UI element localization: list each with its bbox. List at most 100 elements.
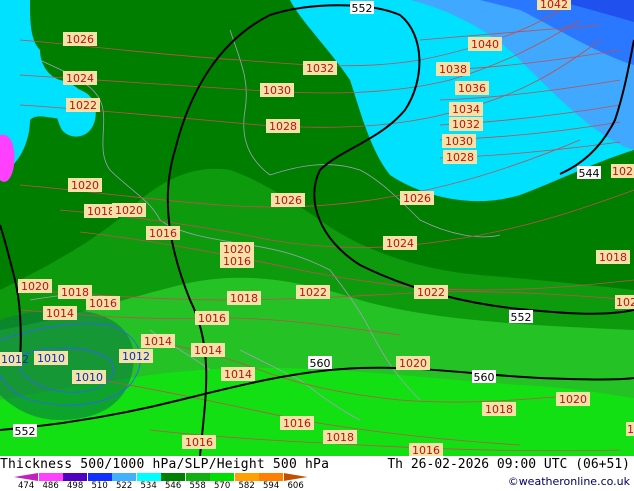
map-footer: Thickness 500/1000 hPa/SLP/Height 500 hP… bbox=[0, 456, 634, 491]
svg-text:1018: 1018 bbox=[485, 403, 513, 416]
legend-swatch bbox=[136, 473, 161, 481]
svg-text:1022: 1022 bbox=[299, 286, 327, 299]
svg-text:544: 544 bbox=[579, 167, 600, 180]
svg-text:1018: 1018 bbox=[87, 205, 115, 218]
svg-text:1042: 1042 bbox=[540, 0, 568, 11]
pressure-label: 1032 bbox=[303, 61, 337, 75]
pressure-label: 1020 bbox=[18, 279, 52, 293]
svg-text:560: 560 bbox=[474, 371, 495, 384]
weather-map: 1026 1024 1022 1020 1018 1020 1016 1020 … bbox=[0, 0, 634, 456]
pressure-label: 1018 bbox=[323, 430, 357, 444]
pressure-label: 1016 bbox=[220, 254, 254, 268]
pressure-label: 1016 bbox=[86, 296, 120, 310]
pressure-label: 1038 bbox=[436, 62, 470, 76]
svg-text:1032: 1032 bbox=[452, 118, 480, 131]
legend-swatch bbox=[112, 473, 136, 481]
pressure-label: 1042 bbox=[537, 0, 571, 11]
svg-text:1016: 1016 bbox=[283, 417, 311, 430]
svg-text:1030: 1030 bbox=[445, 135, 473, 148]
legend-swatch bbox=[259, 473, 283, 481]
svg-text:1012: 1012 bbox=[1, 353, 29, 366]
legend-swatch bbox=[38, 473, 63, 481]
svg-text:1026: 1026 bbox=[403, 192, 431, 205]
pressure-label: 1012 bbox=[0, 352, 29, 366]
pressure-label: 1040 bbox=[468, 37, 502, 51]
pressure-label: 1024 bbox=[383, 236, 417, 250]
height-label: 560 bbox=[472, 370, 496, 384]
height-label: 552 bbox=[13, 424, 37, 438]
height-label: 552 bbox=[350, 1, 374, 15]
pressure-label: 1016 bbox=[182, 435, 216, 449]
color-legend: 474 486 498 510 522 534 546 558 570 582 594 606 bbox=[14, 473, 314, 491]
pressure-label: 102 bbox=[626, 422, 634, 436]
legend-swatch bbox=[210, 473, 234, 481]
svg-text:1016: 1016 bbox=[198, 312, 226, 325]
svg-text:1034: 1034 bbox=[452, 103, 480, 116]
svg-text:102: 102 bbox=[627, 423, 634, 436]
credit-text: ©weatheronline.co.uk bbox=[507, 475, 630, 488]
pressure-label: 1012 bbox=[119, 349, 153, 363]
svg-text:1014: 1014 bbox=[46, 307, 74, 320]
pressure-label: 1016 bbox=[280, 416, 314, 430]
pressure-label: 1024 bbox=[63, 71, 97, 85]
svg-text:1022: 1022 bbox=[417, 286, 445, 299]
svg-text:1014: 1014 bbox=[194, 344, 222, 357]
legend-swatch bbox=[283, 473, 308, 481]
legend-swatch bbox=[14, 473, 38, 481]
svg-text:1016: 1016 bbox=[412, 444, 440, 456]
svg-text:1012: 1012 bbox=[122, 350, 150, 363]
svg-text:1018: 1018 bbox=[230, 292, 258, 305]
pressure-label: 1022 bbox=[296, 285, 330, 299]
svg-text:1020: 1020 bbox=[21, 280, 49, 293]
pressure-label: 1018 bbox=[482, 402, 516, 416]
legend-swatch bbox=[63, 473, 87, 481]
svg-text:1020: 1020 bbox=[559, 393, 587, 406]
height-label: 544 bbox=[577, 166, 601, 180]
pressure-label: 1030 bbox=[260, 83, 294, 97]
pressure-label: 1030 bbox=[442, 134, 476, 148]
pressure-label: 1016 bbox=[409, 443, 443, 456]
svg-text:1016: 1016 bbox=[223, 255, 251, 268]
svg-text:1024: 1024 bbox=[66, 72, 94, 85]
pressure-label: 1032 bbox=[449, 117, 483, 131]
svg-text:1020: 1020 bbox=[399, 357, 427, 370]
svg-text:1036: 1036 bbox=[458, 82, 486, 95]
svg-text:1020: 1020 bbox=[115, 204, 143, 217]
pressure-label: 1026 bbox=[271, 193, 305, 207]
svg-text:1010: 1010 bbox=[75, 371, 103, 384]
map-title: Thickness 500/1000 hPa/SLP/Height 500 hP… bbox=[0, 457, 330, 472]
svg-text:102: 102 bbox=[616, 296, 634, 309]
svg-text:1016: 1016 bbox=[185, 436, 213, 449]
svg-text:1030: 1030 bbox=[263, 84, 291, 97]
legend-swatch bbox=[87, 473, 112, 481]
pressure-label: 1022 bbox=[414, 285, 448, 299]
svg-text:102: 102 bbox=[612, 165, 633, 178]
pressure-label: 1034 bbox=[449, 102, 483, 116]
pressure-label: 1028 bbox=[266, 119, 300, 133]
pressure-label: 1010 bbox=[72, 370, 106, 384]
pressure-label: 1026 bbox=[63, 32, 97, 46]
height-label: 560 bbox=[308, 356, 332, 370]
pressure-label: 1018 bbox=[596, 250, 630, 264]
svg-text:1014: 1014 bbox=[144, 335, 172, 348]
pressure-label: 102 bbox=[615, 295, 634, 309]
svg-text:1022: 1022 bbox=[69, 99, 97, 112]
pressure-label: 1020 bbox=[112, 203, 146, 217]
pressure-label: 1020 bbox=[556, 392, 590, 406]
pressure-label: 1010 bbox=[34, 351, 68, 365]
pressure-label: 1020 bbox=[220, 242, 254, 256]
svg-text:1040: 1040 bbox=[471, 38, 499, 51]
svg-text:1032: 1032 bbox=[306, 62, 334, 75]
svg-text:552: 552 bbox=[511, 311, 532, 324]
legend-swatch bbox=[185, 473, 210, 481]
pressure-label: 1018 bbox=[227, 291, 261, 305]
svg-text:1028: 1028 bbox=[446, 151, 474, 164]
svg-text:1018: 1018 bbox=[326, 431, 354, 444]
svg-text:560: 560 bbox=[310, 357, 331, 370]
svg-text:552: 552 bbox=[352, 2, 373, 15]
pressure-label: 1014 bbox=[221, 367, 255, 381]
pressure-label: 1016 bbox=[146, 226, 180, 240]
svg-text:1024: 1024 bbox=[386, 237, 414, 250]
svg-text:1028: 1028 bbox=[269, 120, 297, 133]
svg-text:1038: 1038 bbox=[439, 63, 467, 76]
